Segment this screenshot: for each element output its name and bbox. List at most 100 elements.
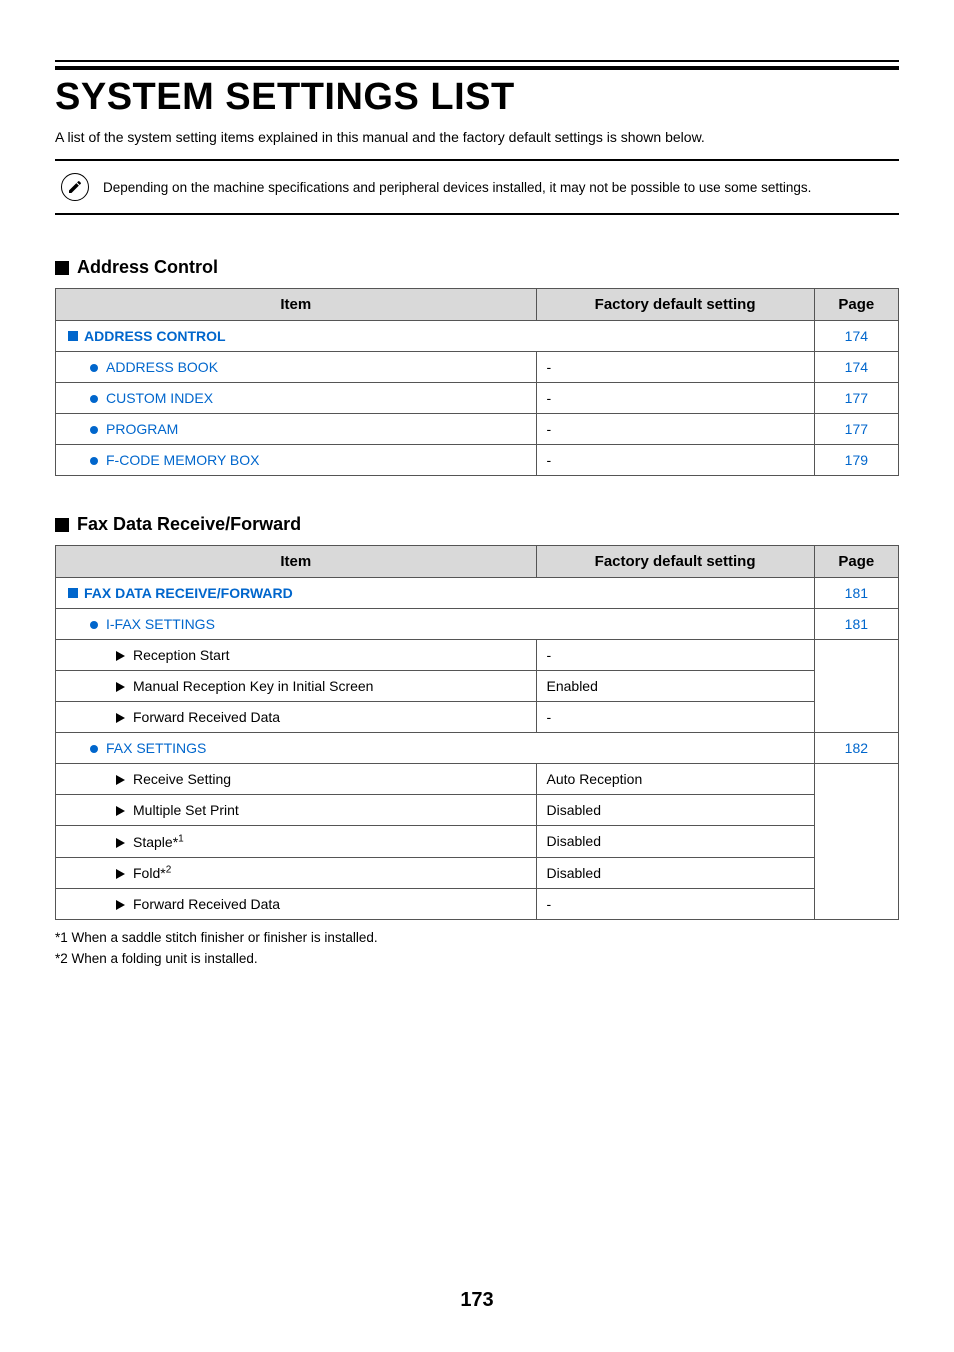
item-cell[interactable]: FAX DATA RECEIVE/FORWARD [56, 578, 815, 609]
item-cell: Staple*1 [56, 826, 537, 858]
item-cell: Reception Start [56, 640, 537, 671]
section-heading: Address Control [55, 257, 899, 278]
bullet-marker-icon [90, 457, 98, 465]
page-cell[interactable]: 182 [814, 733, 898, 764]
page-cell[interactable]: 174 [814, 321, 898, 352]
item-cell: Forward Received Data [56, 889, 537, 920]
triangle-marker-icon [116, 806, 125, 816]
bullet-marker-icon [90, 395, 98, 403]
fax-data-table: Item Factory default setting Page FAX DA… [55, 545, 899, 920]
item-label: Forward Received Data [133, 709, 280, 725]
table-row: Forward Received Data- [56, 889, 899, 920]
table-row: CUSTOM INDEX - 177 [56, 383, 899, 414]
table-row: I-FAX SETTINGS 181 [56, 609, 899, 640]
table-row: ADDRESS BOOK - 174 [56, 352, 899, 383]
item-label[interactable]: PROGRAM [106, 421, 178, 437]
item-label: Staple*1 [133, 834, 184, 850]
item-cell: Fold*2 [56, 857, 537, 889]
item-cell[interactable]: FAX SETTINGS [56, 733, 815, 764]
item-label[interactable]: FAX DATA RECEIVE/FORWARD [84, 585, 293, 601]
table-row: FAX DATA RECEIVE/FORWARD 181 [56, 578, 899, 609]
page-cell[interactable]: 181 [814, 578, 898, 609]
item-cell[interactable]: ADDRESS CONTROL [56, 321, 815, 352]
square-marker-icon [68, 331, 78, 341]
page-cell[interactable]: 177 [814, 383, 898, 414]
bullet-marker-icon [90, 621, 98, 629]
item-cell[interactable]: F-CODE MEMORY BOX [56, 445, 537, 476]
table-row: Multiple Set PrintDisabled [56, 795, 899, 826]
page-link[interactable]: 174 [845, 359, 868, 375]
page-cell[interactable]: 179 [814, 445, 898, 476]
factory-cell: Disabled [536, 826, 814, 858]
intro-text: A list of the system setting items expla… [55, 129, 899, 145]
item-cell: Manual Reception Key in Initial Screen [56, 671, 537, 702]
bullet-marker-icon [90, 745, 98, 753]
table-row: F-CODE MEMORY BOX - 179 [56, 445, 899, 476]
col-header-page: Page [814, 546, 898, 578]
page-cell [814, 640, 898, 733]
page-link[interactable]: 177 [845, 421, 868, 437]
page-link[interactable]: 181 [845, 585, 868, 601]
note-box: Depending on the machine specifications … [55, 159, 899, 215]
item-label: Fold*2 [133, 865, 171, 881]
factory-cell: Disabled [536, 795, 814, 826]
triangle-marker-icon [116, 869, 125, 879]
page-link[interactable]: 182 [845, 740, 868, 756]
item-label[interactable]: F-CODE MEMORY BOX [106, 452, 260, 468]
square-bullet-icon [55, 261, 69, 275]
page-link[interactable]: 174 [845, 328, 868, 344]
footnote-1: *1 When a saddle stitch finisher or fini… [55, 928, 899, 948]
page-cell[interactable]: 174 [814, 352, 898, 383]
item-cell[interactable]: CUSTOM INDEX [56, 383, 537, 414]
factory-cell: - [536, 445, 814, 476]
page-cell[interactable]: 177 [814, 414, 898, 445]
factory-cell: - [536, 383, 814, 414]
item-label[interactable]: FAX SETTINGS [106, 740, 206, 756]
section-heading: Fax Data Receive/Forward [55, 514, 899, 535]
page-link[interactable]: 179 [845, 452, 868, 468]
triangle-marker-icon [116, 900, 125, 910]
table-row: Staple*1 Disabled [56, 826, 899, 858]
table-row: Receive Setting Auto Reception [56, 764, 899, 795]
item-cell[interactable]: ADDRESS BOOK [56, 352, 537, 383]
note-text: Depending on the machine specifications … [103, 180, 811, 195]
item-label[interactable]: ADDRESS BOOK [106, 359, 218, 375]
section-address-control: Address Control Item Factory default set… [55, 257, 899, 476]
footnote-2: *2 When a folding unit is installed. [55, 949, 899, 969]
item-cell: Forward Received Data [56, 702, 537, 733]
page-title: SYSTEM SETTINGS LIST [55, 76, 899, 119]
col-header-factory: Factory default setting [536, 289, 814, 321]
table-row: Forward Received Data - [56, 702, 899, 733]
footnotes: *1 When a saddle stitch finisher or fini… [55, 928, 899, 969]
table-row: PROGRAM-177 [56, 414, 899, 445]
item-label: Receive Setting [133, 771, 231, 787]
factory-cell: - [536, 352, 814, 383]
col-header-factory: Factory default setting [536, 546, 814, 578]
page-link[interactable]: 181 [845, 616, 868, 632]
item-cell: Receive Setting [56, 764, 537, 795]
table-row: Manual Reception Key in Initial ScreenEn… [56, 671, 899, 702]
col-header-item: Item [56, 289, 537, 321]
section-heading-text: Fax Data Receive/Forward [77, 514, 301, 535]
col-header-page: Page [814, 289, 898, 321]
item-cell[interactable]: I-FAX SETTINGS [56, 609, 815, 640]
factory-cell: Auto Reception [536, 764, 814, 795]
table-row: FAX SETTINGS 182 [56, 733, 899, 764]
item-label: Reception Start [133, 647, 230, 663]
item-label: Manual Reception Key in Initial Screen [133, 678, 373, 694]
col-header-item: Item [56, 546, 537, 578]
item-cell[interactable]: PROGRAM [56, 414, 537, 445]
page-cell [814, 764, 898, 920]
page-cell[interactable]: 181 [814, 609, 898, 640]
triangle-marker-icon [116, 682, 125, 692]
bullet-marker-icon [90, 426, 98, 434]
table-row: Fold*2Disabled [56, 857, 899, 889]
triangle-marker-icon [116, 651, 125, 661]
page-link[interactable]: 177 [845, 390, 868, 406]
factory-cell: - [536, 702, 814, 733]
item-label[interactable]: ADDRESS CONTROL [84, 328, 226, 344]
item-label[interactable]: CUSTOM INDEX [106, 390, 213, 406]
square-marker-icon [68, 588, 78, 598]
square-bullet-icon [55, 518, 69, 532]
item-label[interactable]: I-FAX SETTINGS [106, 616, 215, 632]
